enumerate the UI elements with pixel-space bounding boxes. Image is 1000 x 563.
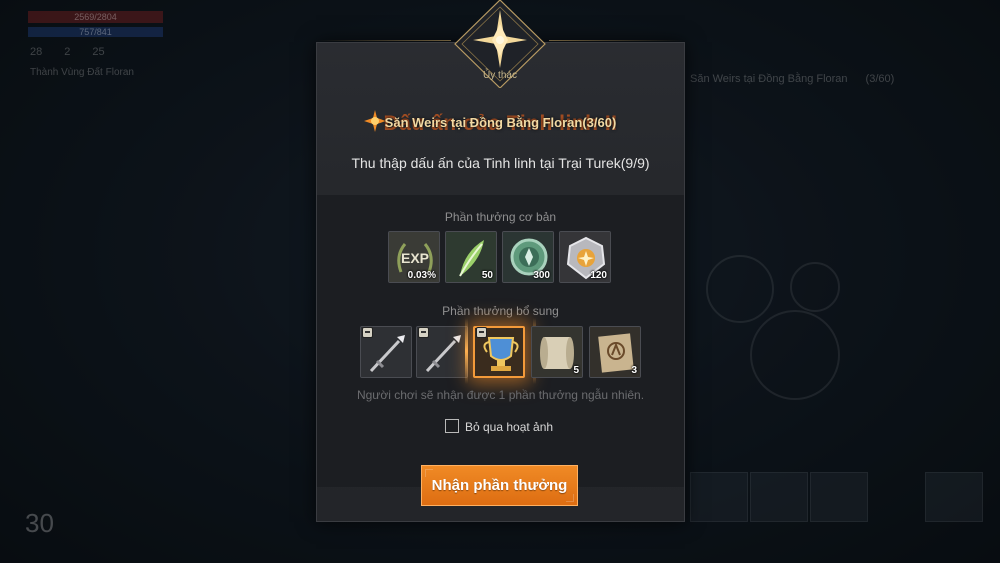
gear-type-badge-icon [476, 327, 487, 338]
bonus-slot-parchment[interactable]: 3 [589, 326, 641, 378]
reward-qty: 3 [631, 365, 637, 376]
reward-slot-coin[interactable]: 300 [502, 231, 554, 283]
selection-bracket-left [465, 318, 468, 384]
header-divider [549, 40, 685, 41]
stat-2: 2 [64, 46, 71, 58]
quest-tracker: Săn Weirs tại Đồng Bằng Floran (3/60) [690, 70, 894, 88]
hp-bar: 2569/2804 [28, 11, 163, 23]
quest-title-text: Săn Weirs tại Đồng Bằng Floran(3/60) [384, 115, 617, 130]
gear-type-badge-icon [362, 327, 373, 338]
quest-tracker-progress: (3/60) [865, 73, 895, 85]
emblem-label: Ủy thác [483, 70, 517, 81]
reward-slot-herb[interactable]: 50 [445, 231, 497, 283]
region-name: Vùng Đất Floran [61, 67, 134, 78]
reward-qty: 5 [573, 365, 579, 376]
random-reward-note: Người chơi sẽ nhận được 1 phần thưởng ng… [356, 388, 645, 402]
gear-type-badge-icon [418, 327, 429, 338]
skill-circle-icon [706, 255, 774, 323]
header-divider [316, 40, 451, 41]
bonus-rewards-label: Phần thưởng bổ sung [442, 304, 559, 318]
skip-animation-checkbox[interactable] [445, 419, 459, 433]
auto-button-icon [790, 262, 840, 312]
claim-reward-button[interactable]: Nhận phần thưởng [421, 465, 578, 506]
reward-slot-exp[interactable]: EXP 0.03% [388, 231, 440, 283]
skill-slot [750, 472, 808, 522]
reward-qty: 0.03% [407, 270, 436, 281]
quest-objective: Thu thập dấu ấn của Tinh linh tại Trại T… [351, 155, 650, 171]
reward-qty: 50 [481, 270, 493, 281]
svg-text:EXP: EXP [401, 250, 429, 266]
region-info: Thành Vùng Đất Floran [30, 67, 134, 78]
player-level: 30 [25, 508, 54, 538]
mp-bar: 757/841 [28, 27, 163, 37]
stat-3: 25 [92, 46, 105, 58]
basic-rewards-label: Phần thưởng cơ bản [444, 210, 557, 224]
bonus-slot-scroll[interactable]: 5 [531, 326, 583, 378]
skill-slot [810, 472, 868, 522]
reward-qty: 300 [533, 270, 550, 281]
reward-slot-medal[interactable]: 120 [559, 231, 611, 283]
region-label: Thành [30, 67, 59, 78]
skip-animation-label[interactable]: Bỏ qua hoạt ảnh [465, 420, 553, 434]
skill-slot [925, 472, 983, 522]
quest-tracker-line: Săn Weirs tại Đồng Bằng Floran (3/60) [690, 70, 894, 88]
reward-qty: 120 [590, 270, 607, 281]
skill-slot [690, 472, 748, 522]
player-stats: 28 2 25 [30, 46, 105, 58]
quest-tracker-name: Săn Weirs tại Đồng Bằng Floran [690, 73, 848, 85]
stat-1: 28 [30, 46, 43, 58]
quest-title: Dấu ấn của Tinh linh II Săn Weirs tại Đồ… [316, 108, 685, 142]
attack-button-icon [750, 310, 840, 400]
